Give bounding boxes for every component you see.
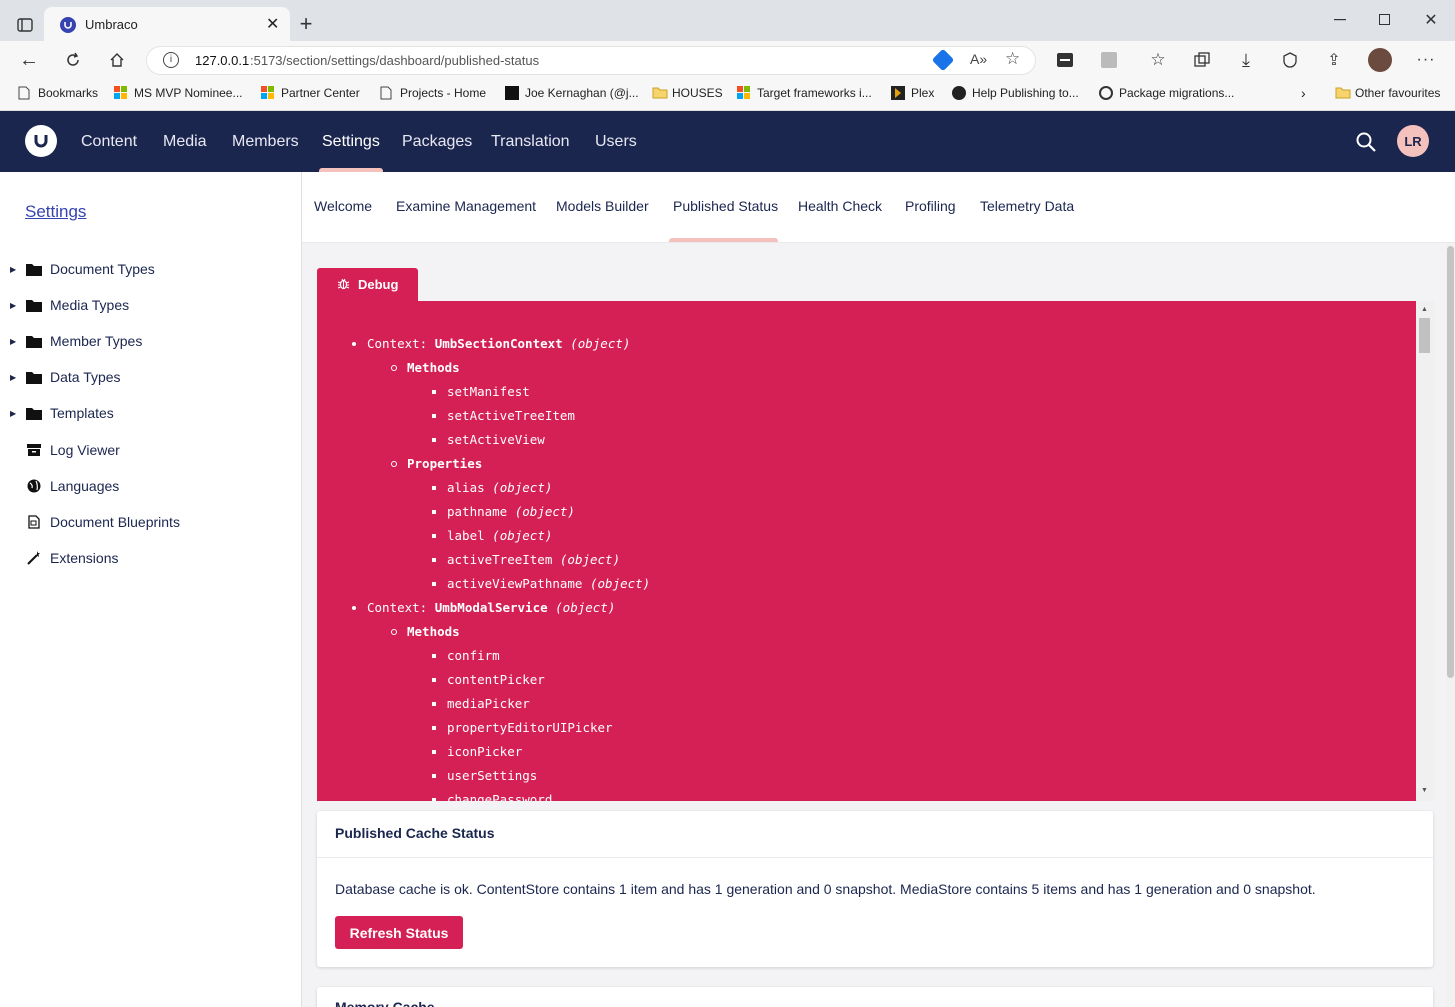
memory-cache-title-clip: Memory Cache bbox=[335, 998, 735, 1007]
debug-scrollbar[interactable]: ▲ ▼ bbox=[1416, 301, 1434, 801]
bullet-square-icon bbox=[432, 774, 436, 778]
debug-line-text: changePassword bbox=[447, 792, 552, 801]
member-name: label bbox=[447, 528, 485, 543]
bullet-square-icon bbox=[432, 726, 436, 730]
debug-line-text: setManifest bbox=[447, 384, 530, 399]
bullet-circle-icon bbox=[391, 629, 397, 635]
context-name: UmbSectionContext bbox=[434, 336, 563, 351]
debug-line-text: userSettings bbox=[447, 768, 537, 783]
group-label: Properties bbox=[407, 456, 483, 471]
debug-line-text: Methods bbox=[407, 360, 460, 375]
member-name: pathname bbox=[447, 504, 508, 519]
bullet-square-icon bbox=[432, 582, 436, 586]
debug-line-text: activeViewPathname (object) bbox=[447, 576, 650, 591]
debug-line-text: propertyEditorUIPicker bbox=[447, 720, 613, 735]
bullet-square-icon bbox=[432, 438, 436, 442]
member-name: confirm bbox=[447, 648, 500, 663]
bullet-disc-icon bbox=[352, 606, 356, 610]
bullet-square-icon bbox=[432, 678, 436, 682]
debug-line-text: activeTreeItem (object) bbox=[447, 552, 620, 567]
published-cache-title: Published Cache Status bbox=[335, 825, 495, 841]
member-name: alias bbox=[447, 480, 485, 495]
member-name: setActiveTreeItem bbox=[447, 408, 575, 423]
member-type: (object) bbox=[492, 528, 553, 543]
member-type: (object) bbox=[559, 552, 621, 567]
member-name: userSettings bbox=[447, 768, 538, 783]
published-cache-message: Database cache is ok. ContentStore conta… bbox=[335, 881, 1316, 897]
bullet-square-icon bbox=[432, 390, 436, 394]
member-name: mediaPicker bbox=[447, 696, 530, 711]
debug-line-text: pathname (object) bbox=[447, 504, 575, 519]
debug-line-text: contentPicker bbox=[447, 672, 545, 687]
bullet-square-icon bbox=[432, 486, 436, 490]
group-label: Methods bbox=[407, 360, 460, 375]
scroll-down-icon[interactable]: ▼ bbox=[1421, 787, 1428, 794]
debug-line-text: Context: UmbSectionContext (object) bbox=[367, 336, 630, 351]
scroll-thumb[interactable] bbox=[1419, 318, 1430, 353]
member-name: changePassword bbox=[447, 792, 553, 801]
member-type: (object) bbox=[514, 504, 575, 519]
member-name: iconPicker bbox=[447, 744, 523, 759]
member-name: activeViewPathname bbox=[447, 576, 583, 591]
bullet-disc-icon bbox=[352, 342, 356, 346]
bullet-square-icon bbox=[432, 558, 436, 562]
bullet-square-icon bbox=[432, 510, 436, 514]
member-name: activeTreeItem bbox=[447, 552, 553, 567]
group-label: Methods bbox=[407, 624, 460, 639]
bullet-square-icon bbox=[432, 798, 436, 801]
bullet-square-icon bbox=[432, 414, 436, 418]
debug-line-text: Properties bbox=[407, 456, 482, 471]
member-name: propertyEditorUIPicker bbox=[447, 720, 613, 735]
bullet-square-icon bbox=[432, 654, 436, 658]
refresh-status-button[interactable]: Refresh Status bbox=[335, 916, 463, 949]
more-menu-icon[interactable]: ··· bbox=[1416, 50, 1436, 70]
debug-line-text: label (object) bbox=[447, 528, 552, 543]
debug-line-text: Methods bbox=[407, 624, 460, 639]
debug-context-list: Context: UmbSectionContext (object) Metho… bbox=[0, 0, 1416, 801]
context-prefix: Context: bbox=[367, 336, 435, 351]
debug-line-text: setActiveTreeItem bbox=[447, 408, 575, 423]
member-name: contentPicker bbox=[447, 672, 545, 687]
close-window-icon[interactable]: ✕ bbox=[1421, 10, 1441, 30]
bullet-circle-icon bbox=[391, 461, 397, 467]
member-type: (object) bbox=[590, 576, 651, 591]
page-scroll-thumb[interactable] bbox=[1447, 246, 1454, 678]
scroll-up-icon[interactable]: ▲ bbox=[1421, 306, 1428, 313]
memory-cache-title: Memory Cache bbox=[335, 999, 435, 1007]
debug-line-text: Context: UmbModalService (object) bbox=[367, 600, 615, 615]
bullet-square-icon bbox=[432, 750, 436, 754]
member-name: setManifest bbox=[447, 384, 530, 399]
bullet-square-icon bbox=[432, 534, 436, 538]
context-prefix: Context: bbox=[367, 600, 435, 615]
member-name: setActiveView bbox=[447, 432, 545, 447]
debug-line-text: setActiveView bbox=[447, 432, 545, 447]
debug-line-text: iconPicker bbox=[447, 744, 522, 759]
context-type: (object) bbox=[570, 336, 631, 351]
context-name: UmbModalService bbox=[434, 600, 548, 615]
bullet-circle-icon bbox=[391, 365, 397, 371]
debug-line-text: alias (object) bbox=[447, 480, 552, 495]
member-type: (object) bbox=[492, 480, 553, 495]
bullet-square-icon bbox=[432, 702, 436, 706]
context-type: (object) bbox=[555, 600, 616, 615]
debug-line-text: confirm bbox=[447, 648, 500, 663]
debug-line-text: mediaPicker bbox=[447, 696, 530, 711]
